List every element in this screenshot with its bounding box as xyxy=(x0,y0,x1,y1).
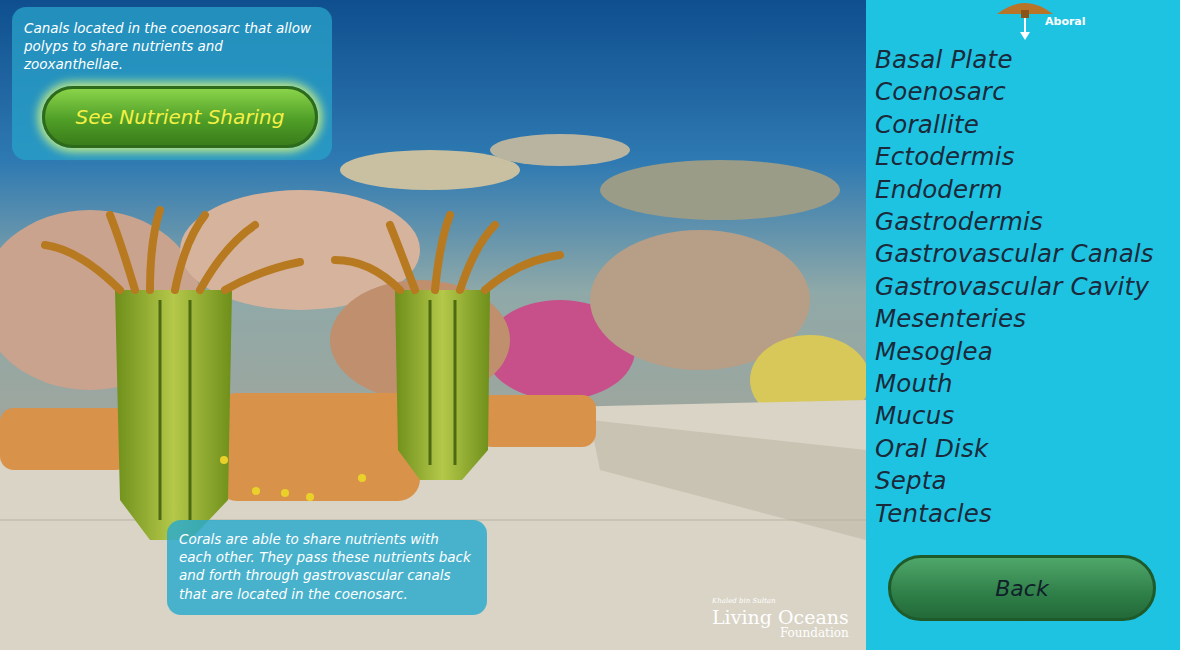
logo-line: Khaled bin Sultan xyxy=(712,598,849,605)
anatomy-scene: Canals located in the coenosarc that all… xyxy=(0,0,866,650)
term-panel: Aboral Basal PlateCoenosarcCoralliteEcto… xyxy=(866,0,1180,650)
term-item[interactable]: Oral Disk xyxy=(875,433,1180,465)
term-item[interactable]: Corallite xyxy=(875,109,1180,141)
term-item[interactable]: Mesoglea xyxy=(875,336,1180,368)
term-item[interactable]: Basal Plate xyxy=(875,44,1180,76)
term-item[interactable]: Ectodermis xyxy=(875,141,1180,173)
term-item[interactable]: Coenosarc xyxy=(875,76,1180,108)
info-text: Canals located in the coenosarc that all… xyxy=(24,19,320,74)
aboral-label: Aboral xyxy=(1045,14,1086,31)
orientation-marker: Aboral xyxy=(875,0,1180,44)
term-item[interactable]: Gastrovascular Cavity xyxy=(875,271,1180,303)
nutrient-sharing-button[interactable]: See Nutrient Sharing xyxy=(42,86,318,148)
term-item[interactable]: Gastrodermis xyxy=(875,206,1180,238)
caption-box: Corals are able to share nutrients with … xyxy=(167,520,487,615)
term-item[interactable]: Endoderm xyxy=(875,174,1180,206)
term-list: Basal PlateCoenosarcCoralliteEctodermisE… xyxy=(875,44,1180,530)
term-item[interactable]: Mouth xyxy=(875,368,1180,400)
foundation-logo: Khaled bin Sultan Living Oceans Foundati… xyxy=(712,598,849,639)
logo-line: Foundation xyxy=(712,627,849,639)
term-item[interactable]: Mucus xyxy=(875,400,1180,432)
term-item[interactable]: Septa xyxy=(875,465,1180,497)
back-button[interactable]: Back xyxy=(888,555,1156,621)
logo-line: Living Oceans xyxy=(712,608,849,627)
info-box: Canals located in the coenosarc that all… xyxy=(12,7,332,160)
term-item[interactable]: Tentacles xyxy=(875,498,1180,530)
term-item[interactable]: Mesenteries xyxy=(875,303,1180,335)
term-item[interactable]: Gastrovascular Canals xyxy=(875,238,1180,270)
